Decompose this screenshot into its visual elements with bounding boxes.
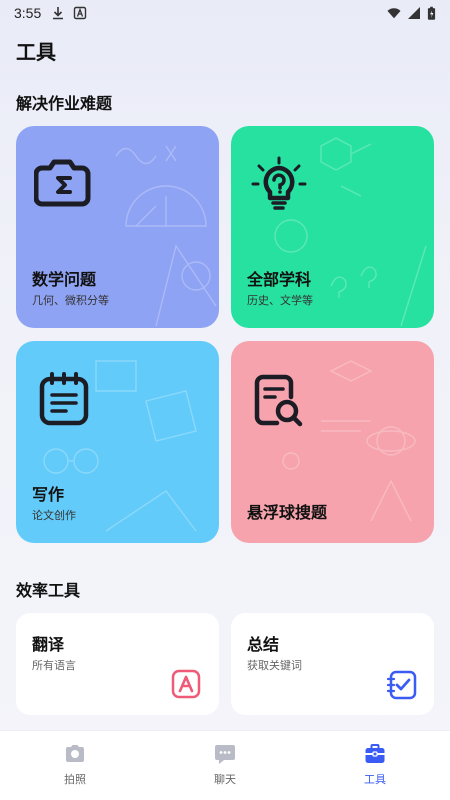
chat-icon: [215, 745, 235, 764]
translate-a-icon: [171, 669, 201, 699]
math-problem-card[interactable]: 数学问题 几何、微积分等: [16, 126, 219, 328]
floating-search-card-title: 悬浮球搜题: [247, 503, 328, 522]
summary-check-icon: [386, 670, 417, 700]
translate-card-subtitle: 所有语言: [32, 659, 76, 672]
translate-card-title: 翻译: [32, 635, 65, 654]
nav-tab-tools[interactable]: 工具: [319, 731, 431, 800]
search-document-icon: [254, 374, 303, 427]
lightbulb-question-icon: [251, 156, 307, 210]
wifi-icon: [387, 8, 401, 19]
download-icon: [53, 7, 64, 20]
app-notification-icon: [74, 6, 87, 20]
all-subjects-card[interactable]: 全部学科 历史、文学等: [231, 126, 434, 328]
status-icons-left: [51, 6, 87, 20]
subjects-card-title: 全部学科: [247, 270, 312, 289]
math-card-title: 数学问题: [32, 270, 97, 289]
writing-card[interactable]: 写作 论文创作: [16, 341, 219, 543]
homework-section-title: 解决作业难题: [16, 94, 113, 113]
status-icons-right: [387, 6, 436, 21]
writing-card-title: 写作: [32, 485, 65, 504]
notepad-icon: [39, 372, 89, 426]
page-title: 工具: [16, 40, 56, 64]
efficiency-section-title: 效率工具: [16, 581, 81, 600]
nav-tab-photo-label: 拍照: [64, 773, 86, 786]
summary-card-subtitle: 获取关键词: [247, 659, 302, 672]
math-card-subtitle: 几何、微积分等: [32, 294, 109, 307]
summary-card[interactable]: 总结 获取关键词: [231, 613, 434, 715]
bottom-navigation: 拍照 聊天 工具: [0, 730, 450, 800]
status-bar: 3:55: [0, 0, 450, 26]
nav-tab-tools-label: 工具: [364, 773, 386, 786]
sigma-camera-icon: [34, 159, 91, 207]
status-time: 3:55: [14, 5, 42, 21]
translate-card[interactable]: 翻译 所有语言: [16, 613, 219, 715]
floating-ball-search-card[interactable]: 悬浮球搜题: [231, 341, 434, 543]
nav-tab-chat[interactable]: 聊天: [169, 731, 281, 800]
toolbox-icon: [365, 744, 385, 763]
nav-tab-chat-label: 聊天: [214, 773, 236, 786]
signal-icon: [408, 7, 420, 19]
battery-icon: [427, 6, 436, 20]
nav-tab-photo[interactable]: 拍照: [19, 731, 131, 800]
camera-icon: [66, 745, 84, 762]
summary-card-title: 总结: [247, 635, 280, 654]
writing-card-subtitle: 论文创作: [32, 509, 76, 522]
subjects-card-subtitle: 历史、文学等: [247, 294, 313, 307]
